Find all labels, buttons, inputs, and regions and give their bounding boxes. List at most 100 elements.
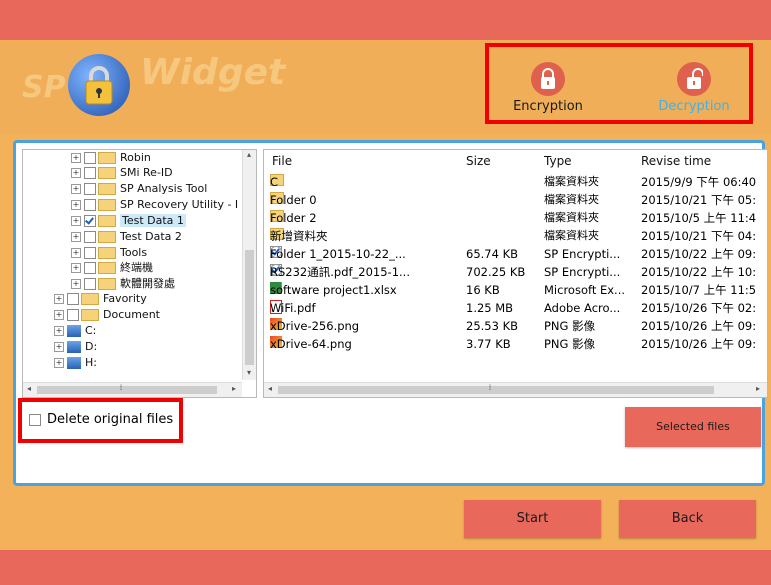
scroll-thumb[interactable] [37,386,217,394]
encryption-label: Encryption [513,99,583,114]
back-button[interactable]: Back [619,500,756,538]
expand-icon[interactable]: + [71,279,81,289]
expand-icon[interactable]: + [71,232,81,242]
expand-icon[interactable]: + [71,248,81,258]
table-row[interactable]: software project1.xlsx 16 KB Microsoft E… [264,282,767,298]
scroll-thumb[interactable] [278,386,714,394]
tree-item[interactable]: + Robin [71,150,151,165]
table-row[interactable]: Folder 1_2015-10-22_... 65.74 KB SP Encr… [264,246,767,262]
file-size: 702.25 KB [466,265,526,279]
tree-checkbox[interactable] [84,167,96,179]
tree-item[interactable]: + SMi Re-ID [71,165,173,180]
folder-icon [98,262,116,274]
delete-original-files-option[interactable]: Delete original files [29,412,173,427]
table-row[interactable]: RS232通訊.pdf_2015-1... 702.25 KB SP Encry… [264,264,767,280]
column-header-file[interactable]: File [272,154,292,168]
file-type: 檔案資料夾 [544,211,599,224]
tree-item[interactable]: + SP Recovery Utility - I [71,197,238,212]
tree-checkbox[interactable] [84,278,96,290]
tree-item-selected[interactable]: + Test Data 1 [71,213,186,228]
top-bar [0,0,771,40]
folder-tree[interactable]: + Robin + SMi Re-ID + SP Analysis Tool + SP … [22,149,257,398]
file-time: 2015/10/26 上午 09: [641,337,757,351]
expand-icon[interactable]: + [54,358,64,368]
tree-item[interactable]: + C: [54,323,96,338]
tree-item[interactable]: + Favority [54,291,147,306]
start-button[interactable]: Start [464,500,601,538]
folder-icon [98,152,116,164]
tree-item[interactable]: + SP Analysis Tool [71,181,207,196]
tree-item[interactable]: + Document [54,307,160,322]
table-row[interactable]: WiFi.pdf 1.25 MB Adobe Acro... 2015/10/2… [264,300,767,316]
selected-files-button[interactable]: Selected files [625,407,761,447]
file-type: 檔案資料夾 [544,193,599,206]
expand-icon[interactable]: + [54,294,64,304]
table-row[interactable]: xDrive-256.png 25.53 KB PNG 影像 2015/10/2… [264,318,767,334]
delete-original-checkbox[interactable] [29,413,41,426]
table-row[interactable]: 新增資料夾 檔案資料夾 2015/10/21 下午 04: [264,228,767,244]
file-time: 2015/10/21 下午 04: [641,229,757,243]
scroll-right-icon[interactable]: ▸ [752,384,764,393]
scroll-left-icon[interactable]: ◂ [264,384,276,393]
tree-item[interactable]: + H: [54,355,97,370]
expand-icon[interactable]: + [71,200,81,210]
tree-checkbox[interactable] [84,262,96,274]
expand-icon[interactable]: + [71,263,81,273]
tree-checkbox[interactable] [84,247,96,259]
tree-checkbox[interactable] [84,199,96,211]
file-time: 2015/9/9 下午 06:40 [641,175,757,189]
decryption-button[interactable]: Decryption [644,62,744,118]
file-size: 3.77 KB [466,337,511,351]
tree-horizontal-scrollbar[interactable]: ◂ ⁞ ▸ [23,382,242,397]
table-row[interactable]: Folder 2 檔案資料夾 2015/10/5 上午 11:4 [264,210,767,226]
tree-item[interactable]: + 軟體開發處 [71,276,175,291]
filelist-horizontal-scrollbar[interactable]: ◂ ⁞ ▸ [264,382,767,397]
tree-item-label: D: [85,340,98,353]
tree-checkbox[interactable] [67,309,79,321]
expand-icon[interactable]: + [54,310,64,320]
tree-vertical-scrollbar[interactable]: ▴ ▾ [242,150,256,380]
tree-item-label: SP Analysis Tool [120,182,208,195]
scroll-right-icon[interactable]: ▸ [228,384,240,393]
tree-checkbox[interactable] [84,152,96,164]
tree-checkbox[interactable] [84,215,96,227]
folder-icon [98,199,116,211]
column-header-revise-time[interactable]: Revise time [641,154,711,168]
folder-icon [81,309,99,321]
file-time: 2015/10/7 上午 11:5 [641,283,757,297]
expand-icon[interactable]: + [71,168,81,178]
scroll-up-icon[interactable]: ▴ [243,150,255,159]
encryption-button[interactable]: Encryption [498,62,598,118]
tree-checkbox[interactable] [84,183,96,195]
column-header-type[interactable]: Type [544,154,572,168]
file-list[interactable]: File Size Type Revise time C 檔案資料夾 2015/… [263,149,768,398]
tree-item-label: H: [85,356,97,369]
bottom-bar [0,550,771,585]
file-name: C [270,175,279,189]
tree-item[interactable]: + Test Data 2 [71,229,182,244]
scroll-left-icon[interactable]: ◂ [23,384,35,393]
tree-checkbox[interactable] [84,231,96,243]
tree-item-label: Document [103,308,160,321]
scroll-down-icon[interactable]: ▾ [243,368,255,377]
tree-checkbox[interactable] [67,293,79,305]
file-size: 65.74 KB [466,247,519,261]
drive-icon [67,341,81,353]
folder-icon [81,293,99,305]
expand-icon[interactable]: + [54,342,64,352]
expand-icon[interactable]: + [54,326,64,336]
file-time: 2015/10/21 下午 05: [641,193,757,207]
tree-item[interactable]: + D: [54,339,97,354]
table-row[interactable]: Folder 0 檔案資料夾 2015/10/21 下午 05: [264,192,767,208]
column-header-size[interactable]: Size [466,154,491,168]
expand-icon[interactable]: + [71,184,81,194]
scroll-thumb[interactable] [245,250,254,365]
tree-item[interactable]: + 終端機 [71,260,153,275]
table-row[interactable]: C 檔案資料夾 2015/9/9 下午 06:40 [264,174,767,190]
expand-icon[interactable]: + [71,153,81,163]
table-row[interactable]: xDrive-64.png 3.77 KB PNG 影像 2015/10/26 … [264,336,767,352]
file-type: PNG 影像 [544,319,596,333]
logo-text-sp: SP [22,70,66,105]
expand-icon[interactable]: + [71,216,81,226]
tree-item[interactable]: + Tools [71,245,147,260]
